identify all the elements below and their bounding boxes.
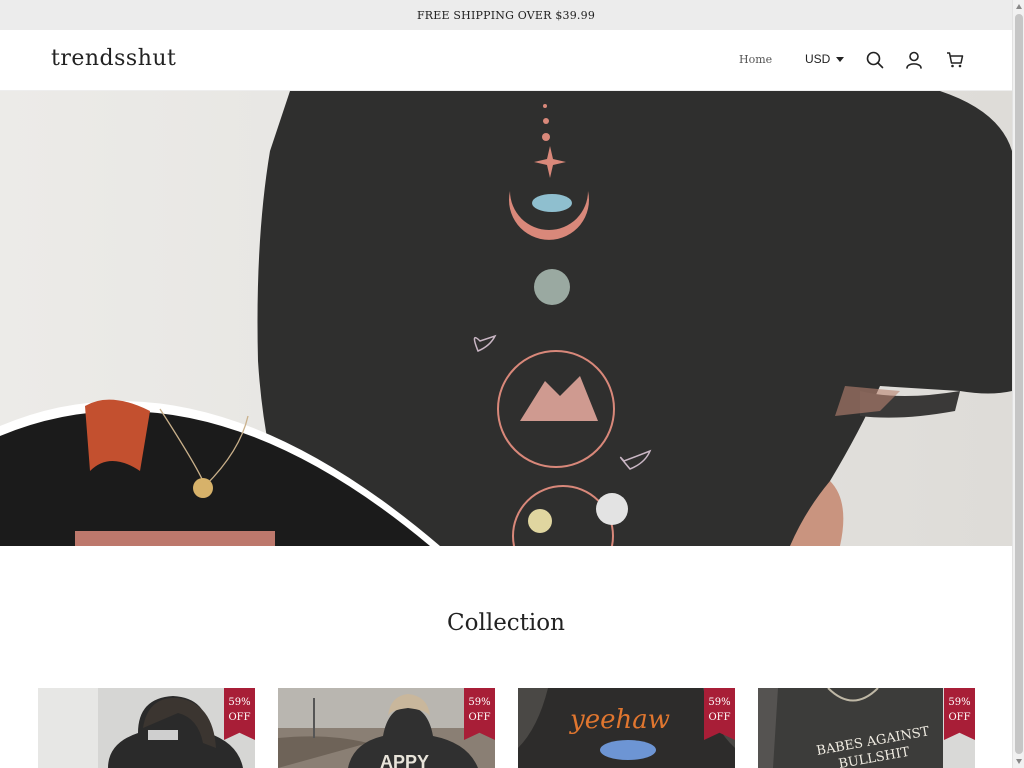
- account-icon[interactable]: [905, 51, 923, 69]
- product-image: [38, 688, 255, 768]
- discount-badge: 59% OFF: [464, 688, 495, 740]
- chevron-down-icon: [836, 56, 845, 62]
- product-print-text: yeehaw: [569, 705, 670, 735]
- collection-heading: Collection: [447, 610, 565, 636]
- page-scrollbar[interactable]: [1012, 0, 1024, 768]
- discount-off-label: OFF: [708, 712, 731, 723]
- scrollbar-thumb[interactable]: [1015, 14, 1023, 754]
- nav-home-link[interactable]: Home: [739, 53, 772, 66]
- site-logo[interactable]: trendsshut: [51, 46, 176, 71]
- discount-badge: 59% OFF: [704, 688, 735, 740]
- hero-image: [0, 91, 1012, 546]
- discount-off-label: OFF: [228, 712, 251, 723]
- discount-badge: 59% OFF: [224, 688, 255, 740]
- discount-percent: 59%: [228, 697, 251, 708]
- product-card[interactable]: yeehaw 59% OFF: [518, 688, 735, 768]
- site-header: trendsshut Home USD: [0, 30, 1012, 91]
- product-card[interactable]: 59% OFF: [38, 688, 255, 768]
- scroll-down-arrow[interactable]: [1016, 759, 1022, 764]
- cart-icon[interactable]: [946, 51, 964, 69]
- currency-label: USD: [805, 52, 831, 66]
- discount-percent: 59%: [708, 697, 731, 708]
- search-icon[interactable]: [866, 51, 884, 69]
- product-card[interactable]: BABES AGAINST BULLSHIT 59% OFF: [758, 688, 975, 768]
- announcement-bar: FREE SHIPPING OVER $39.99: [0, 0, 1012, 30]
- announcement-text: FREE SHIPPING OVER $39.99: [416, 8, 596, 22]
- discount-off-label: OFF: [468, 712, 491, 723]
- discount-percent: 59%: [468, 697, 491, 708]
- hero-banner[interactable]: [0, 91, 1012, 546]
- discount-percent: 59%: [948, 697, 971, 708]
- scroll-up-arrow[interactable]: [1016, 4, 1022, 9]
- discount-off-label: OFF: [948, 712, 971, 723]
- discount-badge: 59% OFF: [944, 688, 975, 740]
- product-card[interactable]: APPY 59% OFF: [278, 688, 495, 768]
- product-print-text: APPY: [380, 752, 429, 768]
- currency-selector[interactable]: USD: [805, 52, 845, 66]
- product-image: APPY: [278, 688, 495, 768]
- product-image: BABES AGAINST BULLSHIT: [758, 688, 975, 768]
- product-image: yeehaw: [518, 688, 735, 768]
